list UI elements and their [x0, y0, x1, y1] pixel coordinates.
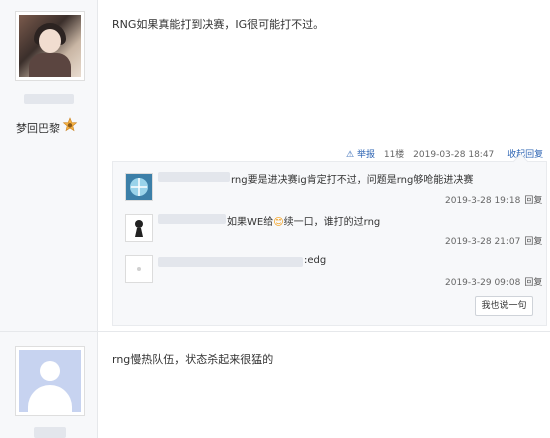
reply-username-redacted	[158, 214, 226, 224]
reply-time: 2019-3-28 21:07	[445, 237, 521, 247]
author-avatar[interactable]	[15, 11, 85, 81]
reply-link[interactable]: 回复	[524, 196, 542, 206]
author-avatar[interactable]	[15, 346, 85, 416]
reply-username-redacted	[158, 257, 303, 267]
globe-icon	[130, 178, 148, 196]
reply-text: :edg	[304, 255, 327, 266]
post-datetime: 2019-03-28 18:47	[413, 150, 495, 160]
default-avatar-icon	[19, 350, 81, 412]
level-badge-icon	[62, 117, 78, 132]
username-redacted	[34, 427, 66, 438]
blank-avatar-icon	[137, 267, 141, 271]
say-something-button[interactable]: 我也说一句	[475, 296, 533, 316]
username-label[interactable]: 梦回巴黎	[16, 120, 60, 136]
reply-time: 2019-3-28 19:18	[445, 196, 521, 206]
post-content: rng慢热队伍，状态杀起来很猛的	[112, 353, 274, 366]
reply-time: 2019-3-29 09:08	[445, 278, 521, 288]
reply-avatar[interactable]	[125, 255, 153, 283]
reply-avatar[interactable]	[125, 173, 153, 201]
post-divider	[0, 331, 550, 332]
reply-panel: rng要是进决赛ig肯定打不过，问题是rng够呛能进决赛 2019-3-28 1…	[112, 161, 547, 326]
username-redacted	[24, 94, 74, 104]
reply-text: rng要是进决赛ig肯定打不过，问题是rng够呛能进决赛	[231, 175, 474, 186]
reply-meta: 2019-3-29 09:08 回复	[445, 275, 542, 288]
avatar-photo	[19, 15, 81, 77]
reply-link[interactable]: 回复	[524, 278, 542, 288]
post-meta: ⚠ 举报 11楼 2019-03-28 18:47 收起回复	[346, 147, 543, 160]
reply-meta: 2019-3-28 21:07 回复	[445, 234, 542, 247]
report-link[interactable]: 举报	[357, 150, 375, 160]
post-content: RNG如果真能打到决赛，IG很可能打不过。	[112, 18, 325, 31]
figure-icon	[135, 220, 143, 237]
report-icon: ⚠	[346, 150, 355, 160]
reply-meta: 2019-3-28 19:18 回复	[445, 193, 542, 206]
floor-number: 11楼	[383, 150, 405, 160]
reply-avatar[interactable]	[125, 214, 153, 242]
reply-text: 如果WE给😊续一口，谁打的过rng	[227, 217, 381, 228]
emoji-icon: 😊	[273, 217, 284, 228]
reply-link[interactable]: 回复	[524, 237, 542, 247]
reply-username-redacted	[158, 172, 230, 182]
